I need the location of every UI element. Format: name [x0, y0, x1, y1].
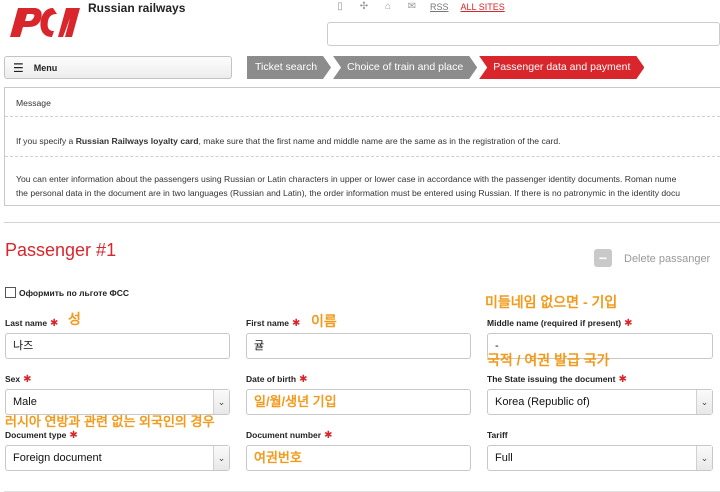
sex-label: Sex ✱ [5, 374, 32, 385]
annotation-first-name: 이름 [311, 313, 337, 329]
sitemap-icon[interactable]: ✣ [358, 1, 370, 13]
chevron-down-icon: ⌄ [213, 390, 229, 414]
required-asterisk-icon: ✱ [324, 430, 333, 441]
step-choice-of-train[interactable]: Choice of train and place [333, 56, 477, 79]
last-name-label: Last name ✱ [5, 318, 59, 329]
annotation-issuing-state: 국적 / 여권 발급 국가 [487, 352, 610, 368]
home-icon[interactable]: ⌂ [382, 1, 394, 13]
annotation-middle-name: 미들네임 없으면 - 기입 [485, 294, 618, 310]
delete-passenger-button[interactable]: Delete passanger [624, 253, 710, 265]
mobile-icon[interactable]: ▯ [334, 1, 346, 13]
tariff-label: Tariff [487, 430, 508, 440]
required-asterisk-icon: ✱ [69, 430, 78, 441]
middle-name-label: Middle name (required if present) ✱ [487, 318, 633, 329]
document-type-label: Document type ✱ [5, 430, 78, 441]
last-name-input[interactable]: 나즈 [5, 333, 230, 359]
fss-benefit-option[interactable]: Оформить по льготе ФСС [5, 287, 129, 298]
dob-input[interactable]: 일/월/생년 기입 [246, 389, 471, 415]
mail-icon[interactable]: ✉ [406, 1, 418, 13]
chevron-down-icon: ⌄ [213, 446, 229, 470]
message-loyalty-text: If you specify a Russian Railways loyalt… [16, 136, 561, 146]
menu-button[interactable]: ☰ Menu [4, 56, 232, 79]
annotation-last-name: 성 [68, 311, 81, 327]
fss-benefit-label: Оформить по льготе ФСС [19, 287, 129, 298]
rzd-logo [10, 8, 80, 37]
rss-link[interactable]: RSS [430, 2, 449, 12]
message-divider [5, 156, 720, 157]
required-asterisk-icon: ✱ [299, 374, 308, 385]
search-input[interactable] [327, 22, 720, 46]
dob-label: Date of birth ✱ [246, 374, 308, 385]
first-name-label: First name ✱ [246, 318, 301, 329]
hamburger-icon: ☰ [13, 60, 24, 75]
message-characters-text: You can enter information about the pass… [16, 174, 681, 198]
brand-name: Russian railways [88, 1, 186, 15]
annotation-document-type: 러시아 연방과 관련 없는 외국인의 경우 [5, 414, 215, 429]
top-icon-bar: ▯ ✣ ⌂ ✉ RSS ALL SITES [334, 1, 517, 13]
chevron-down-icon: ⌄ [696, 446, 712, 470]
all-sites-link[interactable]: ALL SITES [461, 2, 505, 12]
required-asterisk-icon: ✱ [624, 318, 633, 329]
menu-label: Menu [33, 62, 58, 73]
step-ticket-search[interactable]: Ticket search [247, 56, 331, 79]
fss-benefit-checkbox[interactable] [5, 287, 16, 298]
message-title: Message [16, 98, 51, 108]
tariff-select[interactable]: Full ⌄ [487, 445, 713, 471]
passenger-title: Passenger #1 [5, 240, 117, 260]
required-asterisk-icon: ✱ [292, 318, 301, 329]
chevron-down-icon: ⌄ [696, 390, 712, 414]
required-asterisk-icon: ✱ [618, 374, 627, 385]
message-panel: Message If you specify a Russian Railway… [4, 87, 720, 206]
issuing-state-select[interactable]: Korea (Republic of) ⌄ [487, 389, 713, 415]
minus-icon[interactable]: − [594, 249, 612, 267]
document-number-label: Document number ✱ [246, 430, 333, 441]
booking-steps: Ticket search Choice of train and place … [247, 56, 646, 79]
step-passenger-data[interactable]: Passenger data and payment [479, 56, 644, 79]
document-number-input[interactable]: 여권번호 [246, 445, 471, 471]
section-divider [4, 222, 720, 223]
message-divider [5, 116, 720, 117]
document-type-select[interactable]: Foreign document ⌄ [5, 445, 230, 471]
first-name-input[interactable]: 귤 [246, 333, 471, 359]
required-asterisk-icon: ✱ [50, 318, 59, 329]
required-asterisk-icon: ✱ [23, 374, 32, 385]
issuing-state-label: The State issuing the document ✱ [487, 374, 627, 385]
